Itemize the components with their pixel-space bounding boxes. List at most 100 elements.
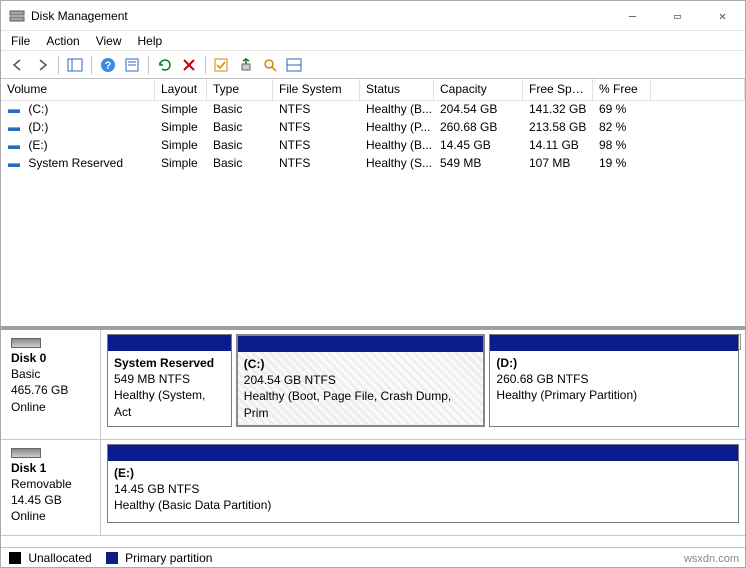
partition-size: 204.54 GB NTFS [244,373,336,387]
window-title: Disk Management [31,9,610,23]
volume-list-header: Volume Layout Type File System Status Ca… [1,79,745,101]
partition-health: Healthy (System, Act [114,388,205,418]
volume-name: (D:) [25,120,48,134]
volume-type: Basic [207,119,273,137]
partition[interactable]: (E:)14.45 GB NTFSHealthy (Basic Data Par… [107,444,739,523]
volume-layout: Simple [155,119,207,137]
disk-info[interactable]: Disk 0Basic465.76 GBOnline [1,330,101,439]
disk-graphical-view: Disk 0Basic465.76 GBOnline▴System Reserv… [1,326,745,536]
disk-icon [11,448,41,458]
menu-view[interactable]: View [96,34,122,48]
partition[interactable]: (C:) 204.54 GB NTFS Healthy (Boot, Page Fi… [236,334,486,427]
volume-pct: 82 % [593,119,651,137]
volume-free: 14.11 GB [523,137,593,155]
app-icon [9,8,25,24]
partition-size: 549 MB NTFS [114,372,190,386]
partition-title: (E:) [114,466,134,480]
col-pctfree[interactable]: % Free [593,79,651,100]
volume-row[interactable]: ▬ System ReservedSimpleBasicNTFSHealthy … [1,155,745,173]
col-layout[interactable]: Layout [155,79,207,100]
properties-button[interactable] [121,54,143,76]
disk-kind: Removable [11,477,72,491]
menu-action[interactable]: Action [46,34,79,48]
partition-size: 260.68 GB NTFS [496,372,588,386]
disk-label: Disk 0 [11,351,46,365]
volume-pct: 19 % [593,155,651,173]
svg-text:?: ? [105,60,112,72]
volume-type: Basic [207,101,273,119]
partition-health: Healthy (Primary Partition) [496,388,637,402]
volume-capacity: 260.68 GB [434,119,523,137]
partition-title: (C:) [244,357,265,371]
volume-free: 213.58 GB [523,119,593,137]
legend: Unallocated Primary partition wsxdn.com [1,547,745,567]
partition-health: Healthy (Basic Data Partition) [114,498,271,512]
disk-state: Online [11,509,46,523]
volume-fs: NTFS [273,119,360,137]
volume-row[interactable]: ▬ (E:)SimpleBasicNTFSHealthy (B...14.45 … [1,137,745,155]
volume-capacity: 14.45 GB [434,137,523,155]
legend-unallocated: Unallocated [9,551,92,565]
volume-pct: 98 % [593,137,651,155]
col-extra[interactable] [651,79,745,100]
volume-pct: 69 % [593,101,651,119]
action-check-button[interactable] [211,54,233,76]
action-search-button[interactable] [259,54,281,76]
disk-kind: Basic [11,367,40,381]
disk-row: Disk 1Removable14.45 GBOnline(E:)14.45 G… [1,440,745,536]
title-bar: Disk Management — ▭ ✕ [1,1,745,31]
col-status[interactable]: Status [360,79,434,100]
menu-help[interactable]: Help [138,34,163,48]
volume-name: (E:) [25,138,48,152]
partition[interactable]: (D:) 260.68 GB NTFS Healthy (Primary Parti… [489,334,739,427]
volume-status: Healthy (P... [360,119,434,137]
drive-icon: ▬ [7,120,21,134]
action-attach-button[interactable] [235,54,257,76]
partition-title: (D:) [496,356,517,370]
partition-bar [490,335,738,351]
volume-row[interactable]: ▬ (C:)SimpleBasicNTFSHealthy (B...204.54… [1,101,745,119]
volume-capacity: 549 MB [434,155,523,173]
refresh-button[interactable] [154,54,176,76]
col-filesystem[interactable]: File System [273,79,360,100]
disk-state: Online [11,400,46,414]
toolbar: ? [1,51,745,79]
show-hide-console-button[interactable] [64,54,86,76]
volume-layout: Simple [155,101,207,119]
primary-swatch-icon [106,552,118,564]
maximize-button[interactable]: ▭ [655,1,700,30]
menu-file[interactable]: File [11,34,30,48]
volume-name: (C:) [25,102,48,116]
disk-info[interactable]: Disk 1Removable14.45 GBOnline [1,440,101,535]
partition-title: System Reserved [114,356,214,370]
volume-layout: Simple [155,137,207,155]
volume-fs: NTFS [273,155,360,173]
col-type[interactable]: Type [207,79,273,100]
disk-partitions: (E:)14.45 GB NTFSHealthy (Basic Data Par… [101,440,745,535]
col-freespace[interactable]: Free Spa... [523,79,593,100]
volume-row[interactable]: ▬ (D:) SimpleBasicNTFSHealthy (P...260.68… [1,119,745,137]
volume-fs: NTFS [273,101,360,119]
partition-bar [108,335,231,351]
volume-type: Basic [207,137,273,155]
disk-partitions: ▴System Reserved549 MB NTFSHealthy (Syst… [101,330,745,439]
forward-button[interactable] [31,54,53,76]
unallocated-swatch-icon [9,552,21,564]
col-volume[interactable]: Volume [1,79,155,100]
partition-health: Healthy (Boot, Page File, Crash Dump, Pr… [244,389,451,419]
volume-status: Healthy (B... [360,137,434,155]
help-button[interactable]: ? [97,54,119,76]
partition-bar [108,445,738,461]
col-capacity[interactable]: Capacity [434,79,523,100]
volume-capacity: 204.54 GB [434,101,523,119]
back-button[interactable] [7,54,29,76]
minimize-button[interactable]: — [610,1,655,30]
drive-icon: ▬ [7,102,21,116]
partition[interactable]: System Reserved 549 MB NTFS Healthy (Syste… [107,334,232,427]
drive-icon: ▬ [7,156,21,170]
drive-icon: ▬ [7,138,21,152]
view-layout-button[interactable] [283,54,305,76]
delete-button[interactable] [178,54,200,76]
close-button[interactable]: ✕ [700,1,745,30]
volume-list[interactable]: ▬ (C:)SimpleBasicNTFSHealthy (B...204.54… [1,101,745,326]
